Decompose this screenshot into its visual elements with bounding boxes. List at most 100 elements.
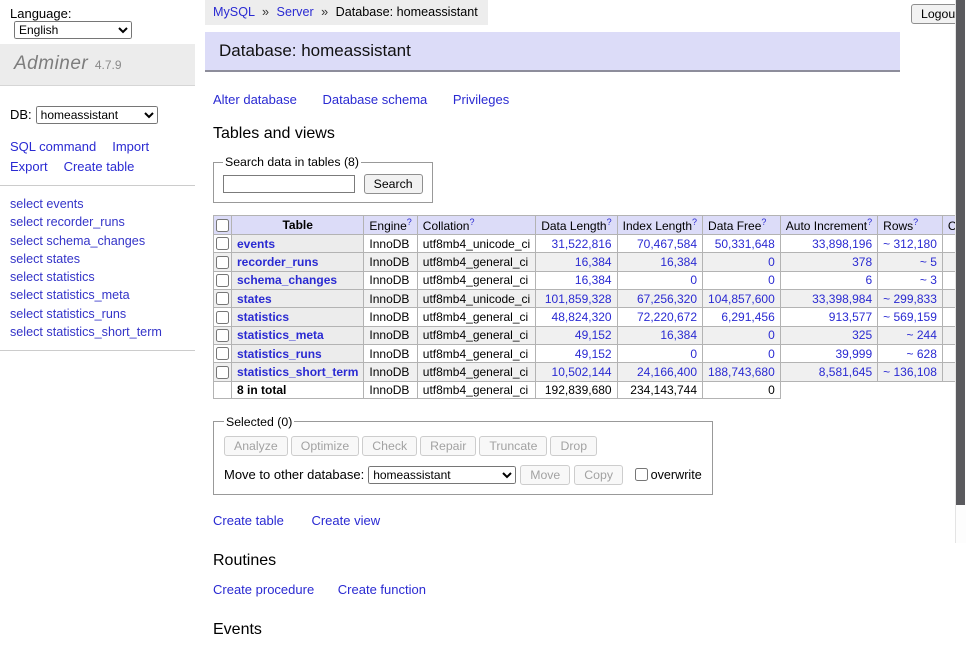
move-database-select[interactable]: homeassistant xyxy=(368,466,516,484)
auto_increment-link[interactable]: 6 xyxy=(786,273,872,287)
auto_increment-link[interactable]: 39,999 xyxy=(786,347,872,361)
rows-link[interactable]: ~ 244 xyxy=(883,328,937,342)
repair-button[interactable]: Repair xyxy=(420,436,476,456)
create-table-link[interactable]: Create table xyxy=(64,159,135,174)
help-hint-link[interactable]: ? xyxy=(867,217,872,227)
data_length-link[interactable]: 49,152 xyxy=(541,328,611,342)
import-link[interactable]: Import xyxy=(112,139,149,154)
data_free-link[interactable]: 0 xyxy=(708,273,775,287)
help-hint-link[interactable]: ? xyxy=(761,217,766,227)
move-button[interactable]: Move xyxy=(520,465,570,485)
search-input[interactable] xyxy=(223,175,355,193)
db-select[interactable]: homeassistant xyxy=(36,106,158,124)
index_length-link[interactable]: 16,384 xyxy=(623,328,697,342)
check-button[interactable]: Check xyxy=(362,436,417,456)
data_length-link[interactable]: 10,502,144 xyxy=(541,365,611,379)
breadcrumb-mysql-link[interactable]: MySQL xyxy=(213,5,255,19)
privileges-link[interactable]: Privileges xyxy=(453,92,509,107)
row-checkbox[interactable] xyxy=(216,347,229,360)
sql-command-link[interactable]: SQL command xyxy=(10,139,96,154)
data_free-link[interactable]: 50,331,648 xyxy=(708,237,775,251)
data_length-link[interactable]: 16,384 xyxy=(541,273,611,287)
data_length-link[interactable]: 48,824,320 xyxy=(541,310,611,324)
index_length-link[interactable]: 16,384 xyxy=(623,255,697,269)
auto_increment-link[interactable]: 325 xyxy=(786,328,872,342)
row-checkbox[interactable] xyxy=(216,237,229,250)
sidebar-select-link[interactable]: select schema_changes xyxy=(10,232,195,250)
data_length-link[interactable]: 101,859,328 xyxy=(541,292,611,306)
sidebar-select-link[interactable]: select statistics_short_term xyxy=(10,323,195,341)
create-function-link[interactable]: Create function xyxy=(338,582,426,597)
auto_increment-link[interactable]: 33,398,984 xyxy=(786,292,872,306)
optimize-button[interactable]: Optimize xyxy=(291,436,360,456)
table-name-link[interactable]: statistics_meta xyxy=(237,328,324,342)
row-checkbox[interactable] xyxy=(216,311,229,324)
help-hint-link[interactable]: ? xyxy=(913,217,918,227)
index_length-link[interactable]: 24,166,400 xyxy=(623,365,697,379)
rows-link[interactable]: ~ 3 xyxy=(883,273,937,287)
rows-link[interactable]: ~ 5 xyxy=(883,255,937,269)
data_length-link[interactable]: 31,522,816 xyxy=(541,237,611,251)
data_free-link[interactable]: 0 xyxy=(708,255,775,269)
rows-link[interactable]: ~ 136,108 xyxy=(883,365,937,379)
index_length-link[interactable]: 67,256,320 xyxy=(623,292,697,306)
auto_increment-link[interactable]: 378 xyxy=(786,255,872,269)
data_free-link[interactable]: 104,857,600 xyxy=(708,292,775,306)
auto_increment-link[interactable]: 913,577 xyxy=(786,310,872,324)
row-checkbox[interactable] xyxy=(216,366,229,379)
rows-link[interactable]: ~ 628 xyxy=(883,347,937,361)
rows-link[interactable]: ~ 312,180 xyxy=(883,237,937,251)
vertical-scrollbar[interactable] xyxy=(955,0,966,543)
table-name-link[interactable]: statistics_runs xyxy=(237,347,322,361)
sidebar-select-link[interactable]: select statistics_runs xyxy=(10,305,195,323)
index_length-link[interactable]: 72,220,672 xyxy=(623,310,697,324)
sidebar-select-link[interactable]: select recorder_runs xyxy=(10,213,195,231)
rows-link[interactable]: ~ 569,159 xyxy=(883,310,937,324)
scrollbar-thumb[interactable] xyxy=(956,0,965,505)
create-procedure-link[interactable]: Create procedure xyxy=(213,582,314,597)
help-hint-link[interactable]: ? xyxy=(607,217,612,227)
table-name-link[interactable]: states xyxy=(237,292,272,306)
sidebar-select-link[interactable]: select statistics xyxy=(10,268,195,286)
overwrite-checkbox[interactable] xyxy=(635,468,648,481)
help-hint-link[interactable]: ? xyxy=(469,217,474,227)
table-name-link[interactable]: statistics_short_term xyxy=(237,365,358,379)
sidebar-select-link[interactable]: select events xyxy=(10,195,195,213)
table-name-link[interactable]: events xyxy=(237,237,275,251)
data_free-link[interactable]: 6,291,456 xyxy=(708,310,775,324)
help-hint-link[interactable]: ? xyxy=(407,217,412,227)
create-table-link-main[interactable]: Create table xyxy=(213,513,284,528)
data_free-link[interactable]: 0 xyxy=(708,328,775,342)
data_length-link[interactable]: 16,384 xyxy=(541,255,611,269)
copy-button[interactable]: Copy xyxy=(574,465,623,485)
data_length-link[interactable]: 49,152 xyxy=(541,347,611,361)
row-checkbox[interactable] xyxy=(216,329,229,342)
table-name-link[interactable]: schema_changes xyxy=(237,273,337,287)
index_length-link[interactable]: 0 xyxy=(623,273,697,287)
data_free-link[interactable]: 0 xyxy=(708,347,775,361)
rows-link[interactable]: ~ 299,833 xyxy=(883,292,937,306)
truncate-button[interactable]: Truncate xyxy=(479,436,547,456)
create-view-link[interactable]: Create view xyxy=(311,513,380,528)
table-name-link[interactable]: statistics xyxy=(237,310,289,324)
auto_increment-link[interactable]: 33,898,196 xyxy=(786,237,872,251)
sidebar-select-link[interactable]: select states xyxy=(10,250,195,268)
data_free-link[interactable]: 188,743,680 xyxy=(708,365,775,379)
index_length-link[interactable]: 0 xyxy=(623,347,697,361)
help-hint-link[interactable]: ? xyxy=(692,217,697,227)
table-name-link[interactable]: recorder_runs xyxy=(237,255,318,269)
drop-button[interactable]: Drop xyxy=(550,436,597,456)
sidebar-select-link[interactable]: select statistics_meta xyxy=(10,286,195,304)
search-button[interactable]: Search xyxy=(364,174,423,194)
index_length-link[interactable]: 70,467,584 xyxy=(623,237,697,251)
row-checkbox[interactable] xyxy=(216,256,229,269)
row-checkbox[interactable] xyxy=(216,292,229,305)
alter-database-link[interactable]: Alter database xyxy=(213,92,297,107)
breadcrumb-server-link[interactable]: Server xyxy=(277,5,314,19)
auto_increment-link[interactable]: 8,581,645 xyxy=(786,365,872,379)
select-all-checkbox[interactable] xyxy=(216,219,229,232)
export-link[interactable]: Export xyxy=(10,159,48,174)
language-select[interactable]: English xyxy=(14,21,132,39)
row-checkbox[interactable] xyxy=(216,274,229,287)
database-schema-link[interactable]: Database schema xyxy=(322,92,427,107)
